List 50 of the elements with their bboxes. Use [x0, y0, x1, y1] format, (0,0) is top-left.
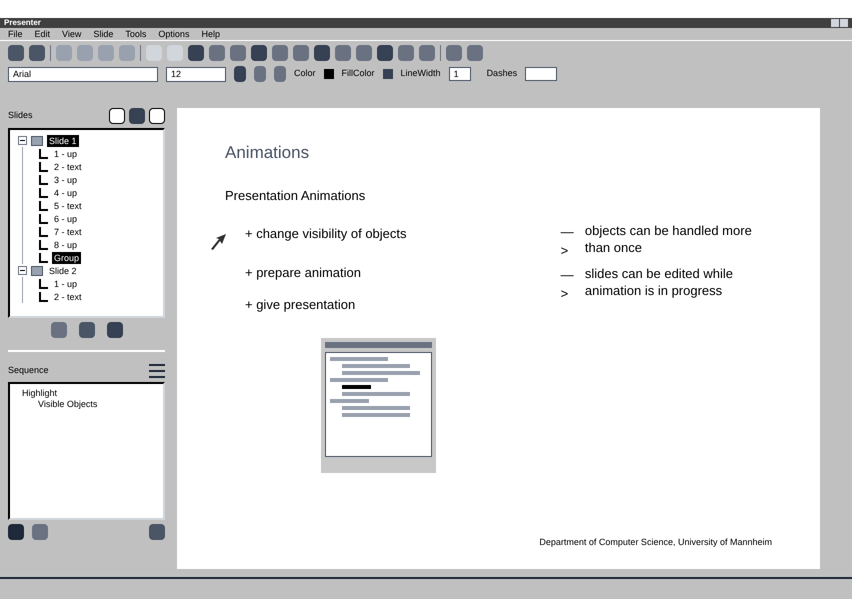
color-swatch[interactable]	[324, 69, 334, 79]
bullet-text: + change visibility of objects	[245, 225, 407, 244]
menu-item[interactable]: Slide	[93, 28, 114, 40]
menu-item[interactable]: Edit	[34, 28, 50, 40]
tree-item[interactable]: 2 - text	[52, 290, 84, 302]
tree-item[interactable]: Group	[52, 252, 82, 264]
tree-item[interactable]: 6 - up	[52, 212, 80, 224]
tree-item[interactable]: 4 - up	[52, 186, 80, 198]
bullet-text: + prepare animation	[245, 264, 361, 282]
arrow-text: —>	[560, 266, 575, 303]
tree-item[interactable]: 5 - text	[52, 200, 84, 212]
menu-icon[interactable]	[149, 364, 165, 378]
fill-label: FillColor	[342, 67, 375, 80]
panel-title: Sequence	[8, 364, 49, 378]
menu-item[interactable]: Tools	[125, 28, 146, 40]
size-dropdown[interactable]: 12	[166, 66, 226, 82]
menu-item[interactable]: File	[8, 28, 23, 40]
tree-item[interactable]: 7 - text	[52, 226, 84, 238]
arrow-text: —>	[560, 222, 575, 260]
sequence-item[interactable]: Highlight	[22, 388, 151, 399]
collapse-icon[interactable]	[18, 266, 27, 275]
note-text: objects can be handled more than once	[584, 222, 753, 256]
tree-item[interactable]: Slide 2	[47, 264, 79, 276]
menu-item[interactable]: View	[62, 28, 82, 40]
slide-footer: Department of Computer Science, University of Mannheim	[539, 536, 772, 549]
window-title: Presenter	[4, 18, 41, 28]
color-label: Color	[294, 67, 316, 80]
bullet-text: + give presentation	[245, 296, 356, 314]
slide-heading: Presentation Animations	[225, 186, 366, 204]
sequence-item[interactable]: Visible Objects	[22, 399, 151, 410]
line-width-label: LineWidth	[400, 67, 441, 80]
folder-icon	[31, 136, 43, 146]
folder-icon	[31, 266, 43, 276]
menu-item[interactable]: Options	[158, 28, 190, 40]
tree-item[interactable]: 1 - up	[52, 148, 80, 160]
tree-item[interactable]: 2 - text	[52, 160, 84, 172]
dashes-label: Dashes	[486, 67, 518, 80]
tree-item[interactable]: 8 - up	[52, 238, 80, 250]
panel-title: Slides	[8, 109, 33, 122]
fill-swatch[interactable]	[382, 69, 393, 79]
tree-item[interactable]: 1 - up	[52, 278, 80, 290]
font-dropdown[interactable]: Arial	[8, 66, 158, 82]
tree-item[interactable]: Slide 1	[47, 134, 79, 146]
note-text: slides can be edited while animation is in progress	[584, 264, 734, 300]
menu-item[interactable]: Help	[201, 28, 220, 40]
line-width-spinner[interactable]: 1	[448, 67, 471, 81]
dashes-dropdown[interactable]	[525, 67, 558, 81]
slide-title: Animations	[225, 142, 310, 164]
collapse-icon[interactable]	[18, 136, 27, 145]
tree-item[interactable]: 3 - up	[52, 174, 80, 186]
